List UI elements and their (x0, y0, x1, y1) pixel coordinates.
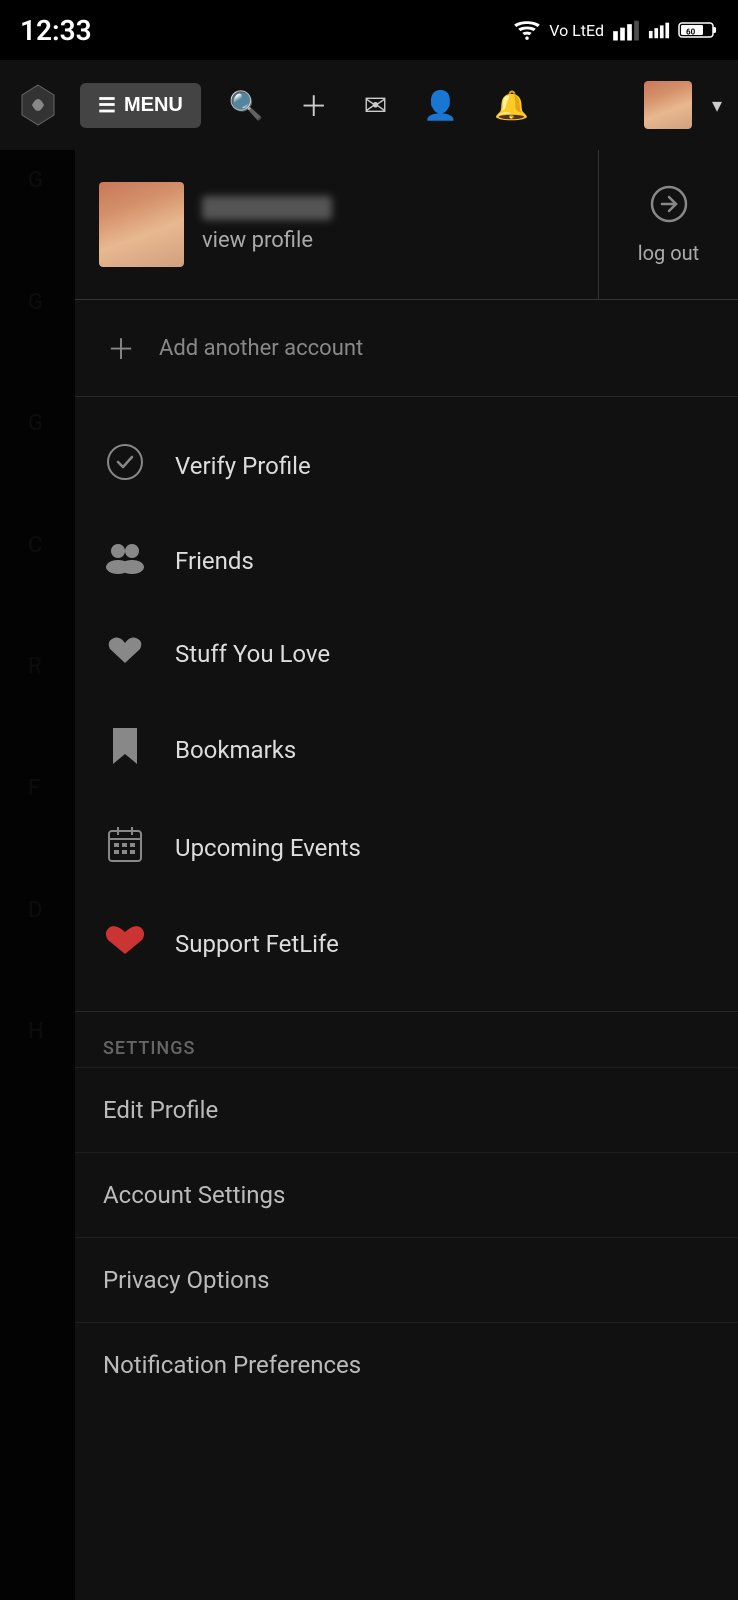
menu-icon: ☰ (98, 93, 116, 118)
privacy-options-label: Privacy Options (103, 1266, 270, 1294)
bell-icon[interactable]: 🔔 (486, 85, 537, 126)
menu-items-section: Verify Profile Friends (75, 397, 738, 1011)
vo-lted-icon: Vo LtEd (549, 21, 604, 40)
menu-item-stuff-you-love[interactable]: Stuff You Love (75, 607, 738, 700)
account-settings-label: Account Settings (103, 1181, 285, 1209)
stuff-you-love-label: Stuff You Love (175, 640, 330, 668)
menu-item-support-fetlife[interactable]: Support FetLife (75, 896, 738, 991)
drawer-left-strip (0, 150, 75, 1600)
verify-profile-label: Verify Profile (175, 452, 311, 480)
settings-section: SETTINGS Edit Profile Account Settings P… (75, 1011, 738, 1407)
logout-arrow-icon (650, 185, 688, 223)
add-account-button[interactable]: ＋ Add another account (75, 300, 738, 397)
profile-view-button[interactable]: view profile (75, 150, 598, 299)
status-bar: 12:33 Vo LtEd 60 (0, 0, 738, 60)
logout-icon (650, 185, 688, 231)
stuff-you-love-icon (103, 633, 147, 674)
profile-username (202, 196, 332, 220)
menu-item-friends[interactable]: Friends (75, 514, 738, 607)
battery-icon: 60 (678, 19, 718, 41)
profile-avatar (99, 182, 184, 267)
menu-item-bookmarks[interactable]: Bookmarks (75, 700, 738, 799)
logout-text: log out (638, 241, 699, 265)
menu-item-verify-profile[interactable]: Verify Profile (75, 417, 738, 514)
drawer-overlay: view profile log out ＋ Add another accou… (0, 150, 738, 1600)
menu-button[interactable]: ☰ MENU (80, 83, 201, 128)
status-time: 12:33 (20, 14, 92, 47)
support-fetlife-icon (103, 922, 147, 965)
logo-icon (16, 83, 60, 127)
signal1-icon (612, 19, 640, 41)
settings-item-account-settings[interactable]: Account Settings (75, 1152, 738, 1237)
bookmarks-label: Bookmarks (175, 736, 296, 764)
settings-item-notification-preferences[interactable]: Notification Preferences (75, 1322, 738, 1407)
profile-avatar-image (99, 182, 184, 267)
profile-section: view profile log out (75, 150, 738, 300)
bookmarks-icon (103, 726, 147, 773)
verify-profile-icon (103, 443, 147, 488)
logout-button[interactable]: log out (598, 150, 738, 299)
notification-preferences-label: Notification Preferences (103, 1351, 361, 1379)
add-account-label: Add another account (159, 336, 363, 361)
upcoming-events-label: Upcoming Events (175, 834, 361, 862)
svg-text:60: 60 (686, 28, 696, 37)
edit-profile-label: Edit Profile (103, 1096, 218, 1124)
add-account-icon: ＋ (103, 328, 139, 368)
settings-item-privacy-options[interactable]: Privacy Options (75, 1237, 738, 1322)
support-fetlife-label: Support FetLife (175, 930, 339, 958)
menu-label: MENU (124, 94, 183, 117)
menu-item-upcoming-events[interactable]: Upcoming Events (75, 799, 738, 896)
settings-item-edit-profile[interactable]: Edit Profile (75, 1067, 738, 1152)
nav-dropdown-arrow-icon[interactable]: ▾ (712, 93, 722, 117)
nav-bar: ☰ MENU 🔍 ＋ ✉ 👤 🔔 ▾ (0, 60, 738, 150)
profile-info: view profile (202, 196, 332, 253)
signal2-icon (648, 19, 670, 41)
mail-icon[interactable]: ✉ (356, 85, 395, 126)
status-icons: Vo LtEd 60 (513, 19, 718, 41)
search-icon[interactable]: 🔍 (221, 85, 272, 126)
friends-icon (103, 540, 147, 581)
add-icon[interactable]: ＋ (292, 81, 336, 129)
view-profile-text: view profile (202, 228, 332, 253)
upcoming-events-icon (103, 825, 147, 870)
settings-header: SETTINGS (75, 1022, 738, 1067)
nav-avatar[interactable] (644, 81, 692, 129)
friends-label: Friends (175, 547, 254, 575)
drawer: view profile log out ＋ Add another accou… (75, 150, 738, 1600)
wifi-icon (513, 19, 541, 41)
person-icon[interactable]: 👤 (415, 85, 466, 126)
